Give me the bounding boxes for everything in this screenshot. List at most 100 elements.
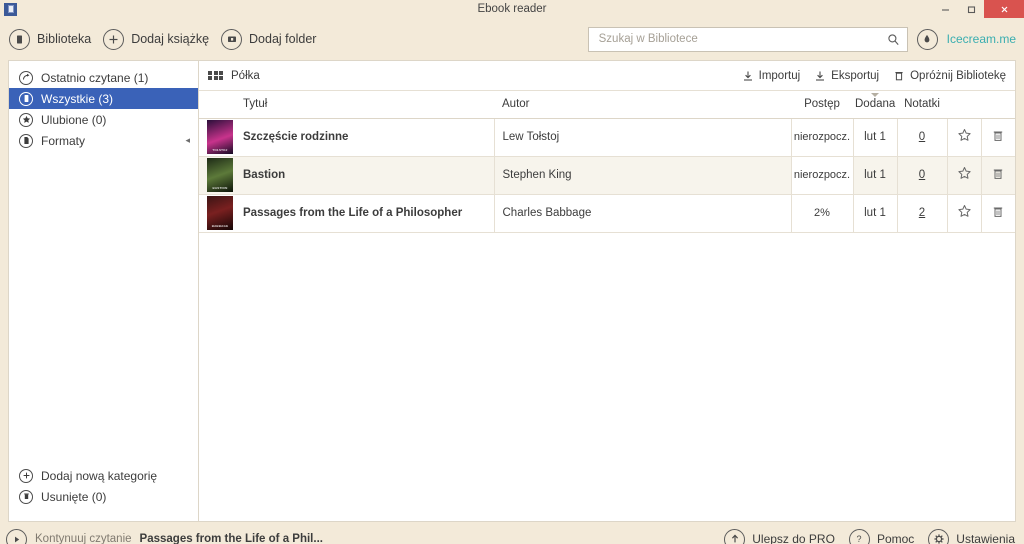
settings-button-label: Ustawienia bbox=[956, 532, 1015, 544]
search-box[interactable] bbox=[587, 26, 908, 52]
book-added-cell: lut 1 bbox=[853, 156, 898, 195]
search-input[interactable] bbox=[598, 33, 887, 45]
star-icon bbox=[19, 112, 33, 127]
brand-link[interactable]: Icecream.me bbox=[947, 32, 1016, 46]
continue-reading-button[interactable]: Kontynuuj czytanie Passages from the Lif… bbox=[6, 528, 323, 544]
book-title-cell[interactable]: TOŁSTOJ Szczęście rodzinne bbox=[199, 118, 495, 157]
export-icon bbox=[814, 70, 826, 82]
trash-icon[interactable] bbox=[991, 167, 1005, 181]
sidebar-top-group: Ostatnio czytane (1) Wszystkie (3) Ulubi… bbox=[9, 61, 198, 151]
sidebar-item-formats[interactable]: Formaty ◂ bbox=[9, 130, 198, 151]
add-category-button[interactable]: Dodaj nową kategorię bbox=[9, 465, 198, 486]
continue-reading-label: Kontynuuj czytanie bbox=[35, 533, 132, 544]
folder-icon bbox=[221, 28, 243, 50]
book-author-cell: Charles Babbage bbox=[494, 194, 792, 233]
book-title-cell[interactable]: BABBAGE Passages from the Life of a Phil… bbox=[199, 194, 495, 233]
book-notes-link[interactable]: 0 bbox=[919, 131, 925, 143]
column-header-progress[interactable]: Postęp bbox=[791, 91, 853, 119]
add-book-button-label: Dodaj książkę bbox=[131, 32, 210, 46]
close-button[interactable] bbox=[984, 0, 1024, 18]
main-area: Ostatnio czytane (1) Wszystkie (3) Ulubi… bbox=[0, 60, 1024, 522]
column-header-favorite bbox=[947, 91, 981, 119]
chevron-left-icon[interactable]: ◂ bbox=[185, 135, 190, 146]
sort-arrow-icon bbox=[871, 93, 879, 97]
upgrade-icon bbox=[724, 528, 746, 544]
minimize-button[interactable] bbox=[932, 0, 958, 18]
sidebar-item-all-label: Wszystkie (3) bbox=[41, 91, 113, 106]
import-icon bbox=[742, 70, 754, 82]
book-notes-cell[interactable]: 0 bbox=[897, 156, 948, 195]
book-cover-text: BABBAGE bbox=[211, 224, 229, 228]
book-favorite-cell[interactable] bbox=[947, 156, 982, 195]
play-icon[interactable] bbox=[6, 528, 27, 544]
import-button-label: Importuj bbox=[758, 69, 801, 82]
export-button[interactable]: Eksportuj bbox=[814, 70, 879, 82]
book-cover: BABBAGE bbox=[207, 196, 233, 230]
book-icon bbox=[19, 91, 33, 106]
book-author-cell: Lew Tołstoj bbox=[494, 118, 792, 157]
book-notes-cell[interactable]: 0 bbox=[897, 118, 948, 157]
book-delete-cell[interactable] bbox=[981, 156, 1015, 195]
book-added-cell: lut 1 bbox=[853, 118, 898, 157]
book-title: Bastion bbox=[243, 169, 286, 181]
book-notes-cell[interactable]: 2 bbox=[897, 194, 948, 233]
library-button[interactable]: Biblioteka bbox=[6, 26, 100, 53]
book-title: Passages from the Life of a Philosopher bbox=[243, 207, 463, 219]
settings-button[interactable]: Ustawienia bbox=[928, 528, 1015, 544]
star-icon[interactable] bbox=[957, 166, 972, 181]
svg-text:?: ? bbox=[857, 534, 862, 544]
star-icon[interactable] bbox=[957, 204, 972, 219]
empty-library-button[interactable]: Opróżnij Bibliotekę bbox=[893, 70, 1006, 82]
table-row[interactable]: TOŁSTOJ Szczęście rodzinne Lew Tołstoj n… bbox=[199, 118, 1015, 157]
shelf-view-button[interactable]: Półka bbox=[208, 70, 260, 82]
sidebar-item-deleted[interactable]: Usunięte (0) bbox=[9, 486, 198, 507]
column-header-delete bbox=[981, 91, 1015, 119]
sidebar-item-deleted-label: Usunięte (0) bbox=[41, 489, 107, 504]
book-notes-link[interactable]: 2 bbox=[919, 207, 925, 219]
book-favorite-cell[interactable] bbox=[947, 118, 982, 157]
main-toolbar: Biblioteka Dodaj książkę Dodaj folder Ic… bbox=[0, 18, 1024, 60]
table-header-row: Tytuł Autor Postęp Dodana Notatki bbox=[199, 91, 1015, 119]
book-delete-cell[interactable] bbox=[981, 118, 1015, 157]
book-cover-text: BASTION bbox=[212, 186, 228, 190]
book-delete-cell[interactable] bbox=[981, 194, 1015, 233]
help-icon: ? bbox=[848, 528, 870, 544]
star-icon[interactable] bbox=[957, 128, 972, 143]
book-cover-text: TOŁSTOJ bbox=[212, 148, 228, 152]
sidebar-item-favorites-label: Ulubione (0) bbox=[41, 112, 107, 127]
column-header-added[interactable]: Dodana bbox=[853, 91, 897, 119]
recent-icon bbox=[19, 70, 33, 85]
help-button-label: Pomoc bbox=[876, 532, 915, 544]
help-button[interactable]: ? Pomoc bbox=[848, 528, 915, 544]
search-icon[interactable] bbox=[887, 33, 900, 46]
book-icon bbox=[9, 28, 30, 50]
book-title: Szczęście rodzinne bbox=[243, 131, 349, 143]
column-header-author[interactable]: Autor bbox=[494, 91, 791, 119]
empty-library-button-label: Opróżnij Bibliotekę bbox=[910, 69, 1006, 82]
add-folder-button[interactable]: Dodaj folder bbox=[218, 26, 325, 53]
column-header-title[interactable]: Tytuł bbox=[199, 91, 494, 119]
account-icon[interactable] bbox=[916, 28, 938, 50]
sidebar: Ostatnio czytane (1) Wszystkie (3) Ulubi… bbox=[8, 60, 198, 522]
book-notes-link[interactable]: 0 bbox=[919, 169, 925, 181]
maximize-button[interactable] bbox=[958, 0, 984, 18]
gear-icon bbox=[928, 528, 950, 544]
book-favorite-cell[interactable] bbox=[947, 194, 982, 233]
upgrade-to-pro-label: Ulepsz do PRO bbox=[752, 532, 835, 544]
formats-icon bbox=[19, 133, 33, 148]
trash-icon[interactable] bbox=[991, 129, 1005, 143]
sidebar-item-recent[interactable]: Ostatnio czytane (1) bbox=[9, 67, 198, 88]
books-table-head: Tytuł Autor Postęp Dodana Notatki bbox=[199, 91, 1015, 119]
sidebar-item-all[interactable]: Wszystkie (3) bbox=[9, 88, 198, 109]
trash-icon[interactable] bbox=[991, 205, 1005, 219]
table-row[interactable]: BABBAGE Passages from the Life of a Phil… bbox=[199, 194, 1015, 233]
table-row[interactable]: BASTION Bastion Stephen King nierozpocz.… bbox=[199, 156, 1015, 195]
book-title-cell[interactable]: BASTION Bastion bbox=[199, 156, 495, 195]
app-icon bbox=[4, 2, 17, 16]
import-button[interactable]: Importuj bbox=[742, 69, 801, 82]
column-header-notes[interactable]: Notatki bbox=[897, 91, 947, 119]
sidebar-item-favorites[interactable]: Ulubione (0) bbox=[9, 109, 198, 130]
upgrade-to-pro-button[interactable]: Ulepsz do PRO bbox=[724, 528, 835, 544]
title-bar: Ebook reader bbox=[0, 0, 1024, 18]
add-book-button[interactable]: Dodaj książkę bbox=[100, 26, 218, 53]
